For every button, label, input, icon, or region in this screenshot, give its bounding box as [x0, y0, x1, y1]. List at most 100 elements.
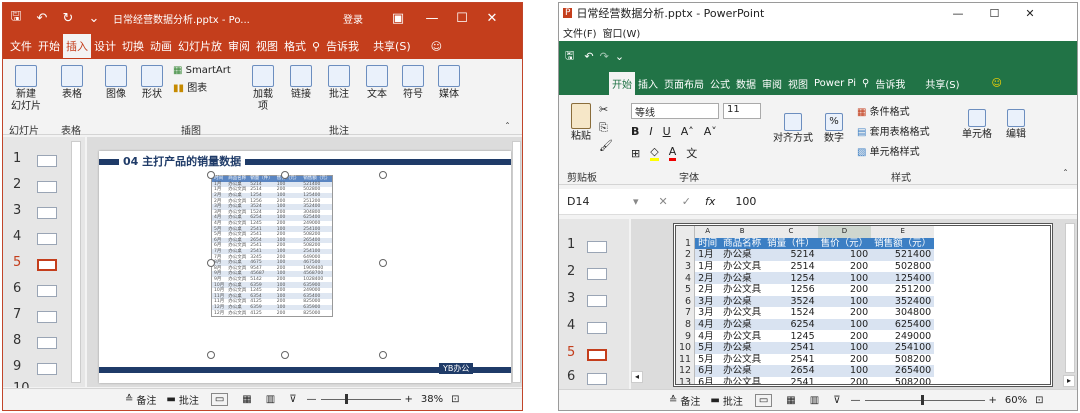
notes-button[interactable]: 备注 — [136, 392, 156, 407]
slideshow-icon[interactable]: ⊽ — [289, 394, 296, 405]
sheet-cell[interactable]: 6月 — [694, 376, 721, 384]
notes-icon[interactable]: ≙ — [125, 394, 133, 405]
sheet-cell[interactable]: 2514 — [764, 260, 818, 273]
reading-view-icon[interactable]: ▥ — [810, 395, 819, 406]
slideshow-icon[interactable]: ⊽ — [833, 395, 840, 406]
addins-button[interactable]: 加载 项 — [249, 65, 277, 113]
edit-button[interactable]: 编辑 — [1001, 109, 1031, 141]
slide-canvas[interactable]: 04 主打产品的销量数据 YB办公 时间 商品名称 销量（件） 售价（元） 销售额（元）… — [99, 151, 511, 383]
slide-thumbnail[interactable] — [587, 241, 607, 253]
slide-thumbnail[interactable] — [37, 233, 57, 245]
sheet-cell[interactable]: 2541 — [764, 353, 818, 366]
slide-thumbnail-selected[interactable] — [37, 259, 57, 271]
sheet-cell[interactable]: 办公桌 — [720, 272, 765, 284]
resize-handle[interactable] — [379, 259, 387, 267]
minimize-icon[interactable]: — — [419, 11, 445, 26]
sheet-cell[interactable]: 100 — [817, 295, 872, 308]
zoom-slider[interactable] — [864, 394, 985, 405]
undo-icon[interactable]: ↶ — [584, 50, 593, 63]
tab-insert[interactable]: 插入 — [63, 34, 91, 58]
resize-handle[interactable] — [207, 171, 215, 179]
alignment-button[interactable]: 对齐方式 — [769, 113, 817, 145]
sheet-cell[interactable]: 6254 — [764, 318, 818, 331]
row-number[interactable]: 9 — [676, 330, 696, 342]
row-number[interactable]: 13 — [676, 376, 696, 384]
sheet-cell[interactable]: 249000 — [871, 330, 935, 342]
comments-icon[interactable]: ▬ — [710, 395, 719, 406]
reading-view-icon[interactable]: ▥ — [266, 394, 275, 405]
share-button[interactable]: 共享(S) — [922, 72, 962, 95]
column-header[interactable]: C — [764, 226, 818, 238]
header-cell[interactable]: 销售额（元） — [871, 237, 935, 250]
sheet-cell[interactable]: 办公文具 — [720, 307, 765, 319]
sheet-cell[interactable]: 2541 — [764, 376, 818, 384]
slide-thumbnail[interactable] — [587, 295, 607, 307]
sheet-cell[interactable]: 2654 — [764, 365, 818, 377]
sheet-cell[interactable]: 1月 — [694, 260, 721, 273]
smiley-icon[interactable]: ☺ — [989, 74, 1005, 93]
zoom-level[interactable]: 38% — [421, 394, 443, 405]
sheet-cell[interactable]: 办公文具 — [720, 260, 765, 273]
quick-access-icon[interactable]: ⌄ — [615, 50, 624, 63]
row-number[interactable]: 2 — [676, 249, 696, 261]
tab-home[interactable]: 开始 — [609, 71, 635, 95]
row-number[interactable]: 10 — [676, 341, 696, 354]
resize-handle[interactable] — [379, 351, 387, 359]
tab-insert[interactable]: 插入 — [635, 72, 661, 95]
tell-me[interactable]: 告诉我 — [872, 72, 908, 95]
tab-format[interactable]: 格式 — [281, 34, 309, 58]
tab-home[interactable]: 开始 — [35, 34, 63, 58]
sheet-cell[interactable]: 办公文具 — [720, 376, 765, 384]
sheet-cell[interactable]: 3月 — [694, 295, 721, 308]
column-header[interactable]: B — [720, 226, 765, 238]
zoom-thumb[interactable] — [920, 394, 924, 405]
header-cell[interactable]: 销量（件） — [764, 237, 818, 250]
comments-button[interactable]: 批注 — [723, 393, 743, 408]
notes-button[interactable]: 备注 — [680, 393, 700, 408]
sheet-cell[interactable]: 200 — [817, 353, 872, 366]
header-cell[interactable]: 时间 — [694, 237, 721, 250]
collapse-ribbon-icon[interactable]: ˆ — [505, 122, 510, 133]
tab-animations[interactable]: 动画 — [147, 34, 175, 58]
zoom-out-icon[interactable]: — — [851, 395, 861, 406]
cut-icon[interactable]: ✂ — [599, 103, 608, 116]
thumb-scrollbar[interactable] — [71, 141, 81, 383]
function-icon[interactable]: fx — [705, 195, 715, 208]
sheet-cell[interactable]: 1月 — [694, 249, 721, 261]
search-icon[interactable]: ⚲ — [309, 36, 323, 57]
sheet-cell[interactable]: 1245 — [764, 330, 818, 342]
image-button[interactable]: 图像 — [101, 65, 131, 101]
menu-window[interactable]: 窗口(W) — [603, 25, 641, 40]
ribbon-display-icon[interactable]: ▣ — [385, 11, 411, 26]
font-size-select[interactable]: 11 — [723, 103, 761, 119]
sheet-cell[interactable]: 125400 — [871, 272, 935, 284]
grow-font-icon[interactable]: A˄ — [681, 125, 694, 138]
collapse-ribbon-icon[interactable]: ˆ — [1063, 169, 1068, 180]
column-header[interactable]: A — [694, 226, 721, 238]
fill-color-icon[interactable]: ◇ — [650, 145, 659, 161]
formula-input[interactable]: 100 — [735, 195, 756, 208]
shrink-font-icon[interactable]: A˅ — [704, 125, 717, 138]
sheet-cell[interactable]: 5月 — [694, 341, 721, 354]
text-button[interactable]: 文本 — [363, 65, 391, 101]
tab-slideshow[interactable]: 幻灯片放 — [175, 34, 225, 58]
resize-handle[interactable] — [207, 259, 215, 267]
border-icon[interactable]: ⊞ — [631, 147, 640, 160]
sheet-cell[interactable]: 2月 — [694, 272, 721, 284]
chart-button[interactable]: ▮▮ 图表 — [173, 83, 237, 95]
sheet-cell[interactable]: 508200 — [871, 353, 935, 366]
embedded-sheet[interactable]: A B C D E 1 时间 商品名称 销量（件） 售价（元） 销售额（元） 2… — [673, 223, 1053, 387]
tab-review[interactable]: 审阅 — [759, 72, 785, 95]
confirm-icon[interactable]: ✓ — [682, 195, 691, 208]
cancel-icon[interactable]: ✕ — [659, 195, 668, 208]
name-box[interactable]: D14 — [567, 195, 627, 208]
tab-file[interactable]: 文件 — [7, 34, 35, 58]
slide-thumbnail[interactable] — [37, 285, 57, 297]
resize-handle[interactable] — [281, 351, 289, 359]
font-color-icon[interactable]: A — [668, 145, 677, 161]
zoom-thumb[interactable] — [344, 394, 348, 404]
tab-view[interactable]: 视图 — [253, 34, 281, 58]
row-number[interactable]: 5 — [676, 283, 696, 296]
save-icon[interactable]: 🖫 — [565, 47, 574, 66]
row-number[interactable]: 8 — [676, 318, 696, 331]
